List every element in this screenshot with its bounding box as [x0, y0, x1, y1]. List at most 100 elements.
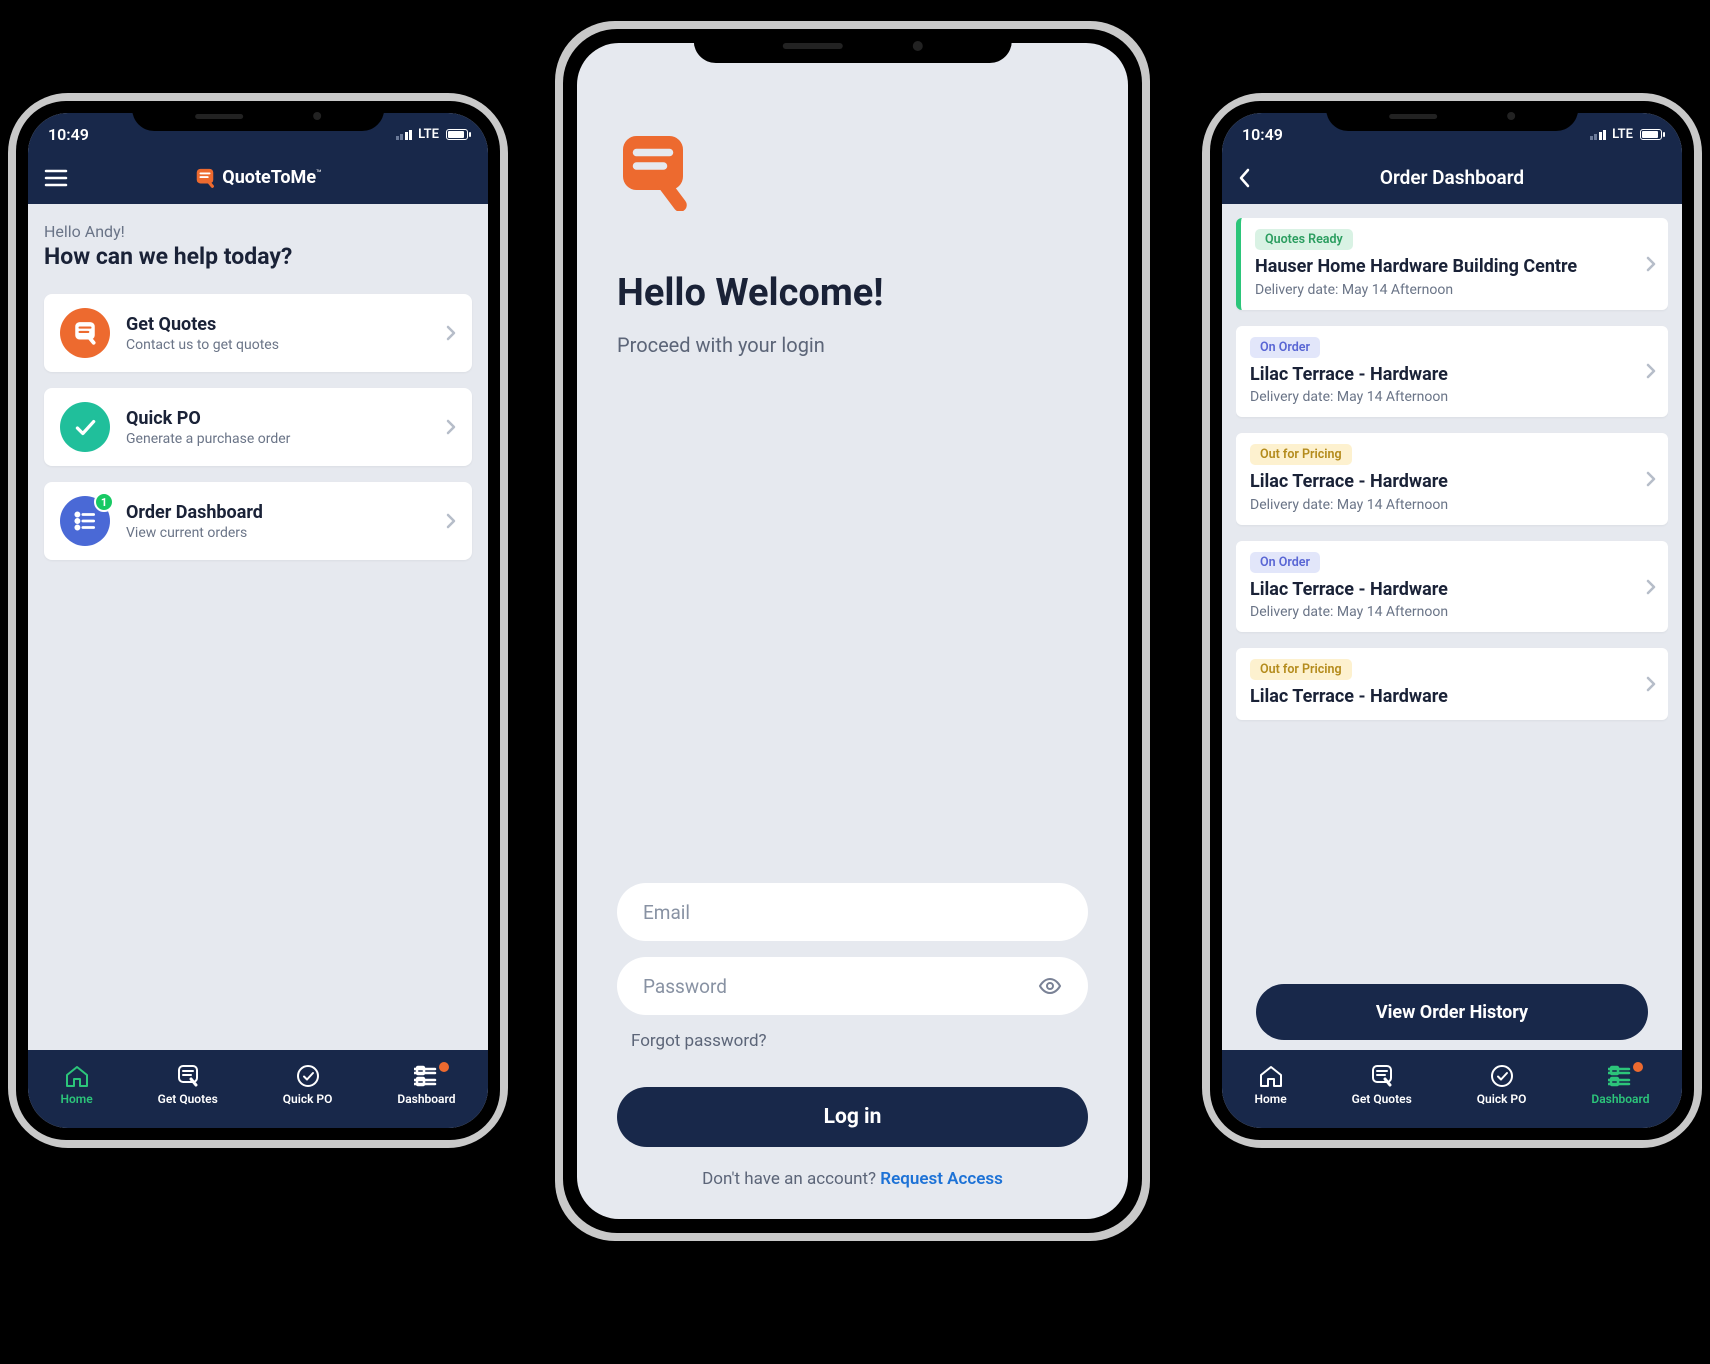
check-circle-icon [1490, 1064, 1514, 1088]
back-button[interactable] [1238, 168, 1250, 188]
signup-prompt: Don't have an account? Request Access [617, 1169, 1088, 1189]
email-field[interactable]: Email [617, 883, 1088, 941]
app-logo-icon [617, 133, 1088, 211]
battery-icon [446, 129, 468, 140]
app-header: Order Dashboard [1222, 151, 1682, 204]
password-placeholder: Password [643, 975, 727, 998]
welcome-title: Hello Welcome! [617, 271, 1088, 315]
view-order-history-button[interactable]: View Order History [1256, 984, 1648, 1040]
status-right: LTE [396, 127, 468, 142]
chevron-left-icon [1238, 168, 1250, 188]
nav-quick-po[interactable]: Quick PO [1477, 1064, 1527, 1106]
order-card[interactable]: Out for PricingLilac Terrace - Hardware [1236, 648, 1668, 720]
chevron-right-icon [446, 419, 456, 435]
phone-right-frame: 10:49 LTE Order Dashboard Quotes Ready Ha… [1202, 93, 1702, 1148]
chevron-right-icon [1646, 256, 1656, 272]
order-title: Hauser Home Hardware Building Centre [1255, 256, 1654, 278]
action-order-dashboard[interactable]: 1 Order Dashboard View current orders [44, 482, 472, 560]
order-card[interactable]: Quotes Ready Hauser Home Hardware Buildin… [1236, 218, 1668, 310]
action-subtitle: Generate a purchase order [126, 431, 430, 447]
dashboard-body: Quotes Ready Hauser Home Hardware Buildin… [1222, 204, 1682, 1050]
signal-icon [396, 128, 413, 140]
order-status-pill: On Order [1250, 337, 1320, 358]
action-subtitle: Contact us to get quotes [126, 337, 430, 353]
check-circle-icon [296, 1064, 320, 1088]
nav-label: Dashboard [397, 1092, 455, 1106]
status-right: LTE [1590, 127, 1662, 142]
order-card[interactable]: On Order Lilac Terrace - Hardware Delivery… [1236, 541, 1668, 633]
notification-badge: 1 [94, 492, 114, 512]
nav-label: Quick PO [1477, 1092, 1527, 1106]
dashboard-icon [1608, 1064, 1632, 1088]
email-placeholder: Email [643, 901, 690, 924]
nav-label: Get Quotes [158, 1092, 218, 1106]
action-title: Order Dashboard [126, 502, 430, 523]
nav-get-quotes[interactable]: Get Quotes [158, 1064, 218, 1106]
nav-label: Dashboard [1591, 1092, 1649, 1106]
nav-quick-po[interactable]: Quick PO [283, 1064, 333, 1106]
forgot-password-link[interactable]: Forgot password? [617, 1031, 1088, 1051]
dashboard-icon [414, 1064, 438, 1088]
chevron-right-icon [446, 325, 456, 341]
phone-center-frame: Hello Welcome! Proceed with your login E… [555, 21, 1150, 1241]
phone-left-frame: 10:49 LTE QuoteToMe™ Hello Andy! [8, 93, 508, 1148]
action-subtitle: View current orders [126, 525, 430, 541]
request-access-link[interactable]: Request Access [880, 1169, 1003, 1189]
button-label: View Order History [1376, 1002, 1528, 1023]
action-get-quotes[interactable]: Get Quotes Contact us to get quotes [44, 294, 472, 372]
chevron-right-icon [1646, 363, 1656, 379]
quote-icon [176, 1064, 200, 1088]
quote-icon [60, 308, 110, 358]
nav-home[interactable]: Home [1255, 1064, 1287, 1106]
phone-notch [132, 101, 384, 131]
brand-name: QuoteToMe [222, 167, 316, 188]
nav-home[interactable]: Home [61, 1064, 93, 1106]
phone-notch [693, 29, 1011, 63]
nav-get-quotes[interactable]: Get Quotes [1352, 1064, 1412, 1106]
action-quick-po[interactable]: Quick PO Generate a purchase order [44, 388, 472, 466]
order-card[interactable]: Out for PricingLilac Terrace - HardwareD… [1236, 433, 1668, 525]
action-title: Get Quotes [126, 314, 430, 335]
greeting-headline: How can we help today? [44, 243, 472, 270]
order-status-pill: On Order [1250, 552, 1320, 573]
login-button[interactable]: Log in [617, 1087, 1088, 1147]
welcome-subtitle: Proceed with your login [617, 333, 1088, 357]
phone-notch [1326, 101, 1578, 131]
toggle-password-visibility[interactable] [1038, 974, 1062, 998]
notification-dot [1633, 1062, 1643, 1072]
chevron-right-icon [1646, 579, 1656, 595]
hamburger-icon [44, 169, 68, 187]
chevron-right-icon [446, 513, 456, 529]
quote-icon [1370, 1064, 1394, 1088]
status-time: 10:49 [1242, 125, 1283, 144]
notification-dot [439, 1062, 449, 1072]
order-delivery: Delivery date: May 14 Afternoon [1250, 604, 1654, 620]
battery-icon [1640, 129, 1662, 140]
order-status-pill: Out for Pricing [1250, 444, 1352, 465]
nav-label: Home [61, 1092, 93, 1106]
nav-dashboard[interactable]: Dashboard [397, 1064, 455, 1106]
chevron-right-icon [1646, 471, 1656, 487]
brand: QuoteToMe™ [194, 167, 321, 189]
check-icon [60, 402, 110, 452]
order-status-pill: Out for Pricing [1250, 659, 1352, 680]
login-body: Hello Welcome! Proceed with your login E… [577, 43, 1128, 1219]
menu-button[interactable] [44, 169, 68, 187]
bottom-nav: Home Get Quotes Quick PO Dashboard [1222, 1050, 1682, 1128]
order-card[interactable]: On OrderLilac Terrace - HardwareDelivery… [1236, 326, 1668, 418]
home-icon [64, 1064, 90, 1088]
nav-label: Get Quotes [1352, 1092, 1412, 1106]
status-network: LTE [418, 127, 439, 142]
list-icon: 1 [60, 496, 110, 546]
home-body: Hello Andy! How can we help today? Get Q… [28, 204, 488, 1050]
order-title: Lilac Terrace - Hardware [1250, 364, 1654, 386]
nav-dashboard[interactable]: Dashboard [1591, 1064, 1649, 1106]
order-status-pill: Quotes Ready [1255, 229, 1353, 250]
brand-logo-icon [194, 167, 216, 189]
greeting-small: Hello Andy! [44, 222, 472, 241]
order-title: Lilac Terrace - Hardware [1250, 579, 1654, 601]
no-account-text: Don't have an account? [702, 1169, 880, 1189]
order-title: Lilac Terrace - Hardware [1250, 471, 1654, 493]
password-field[interactable]: Password [617, 957, 1088, 1015]
order-delivery: Delivery date: May 14 Afternoon [1255, 282, 1654, 298]
